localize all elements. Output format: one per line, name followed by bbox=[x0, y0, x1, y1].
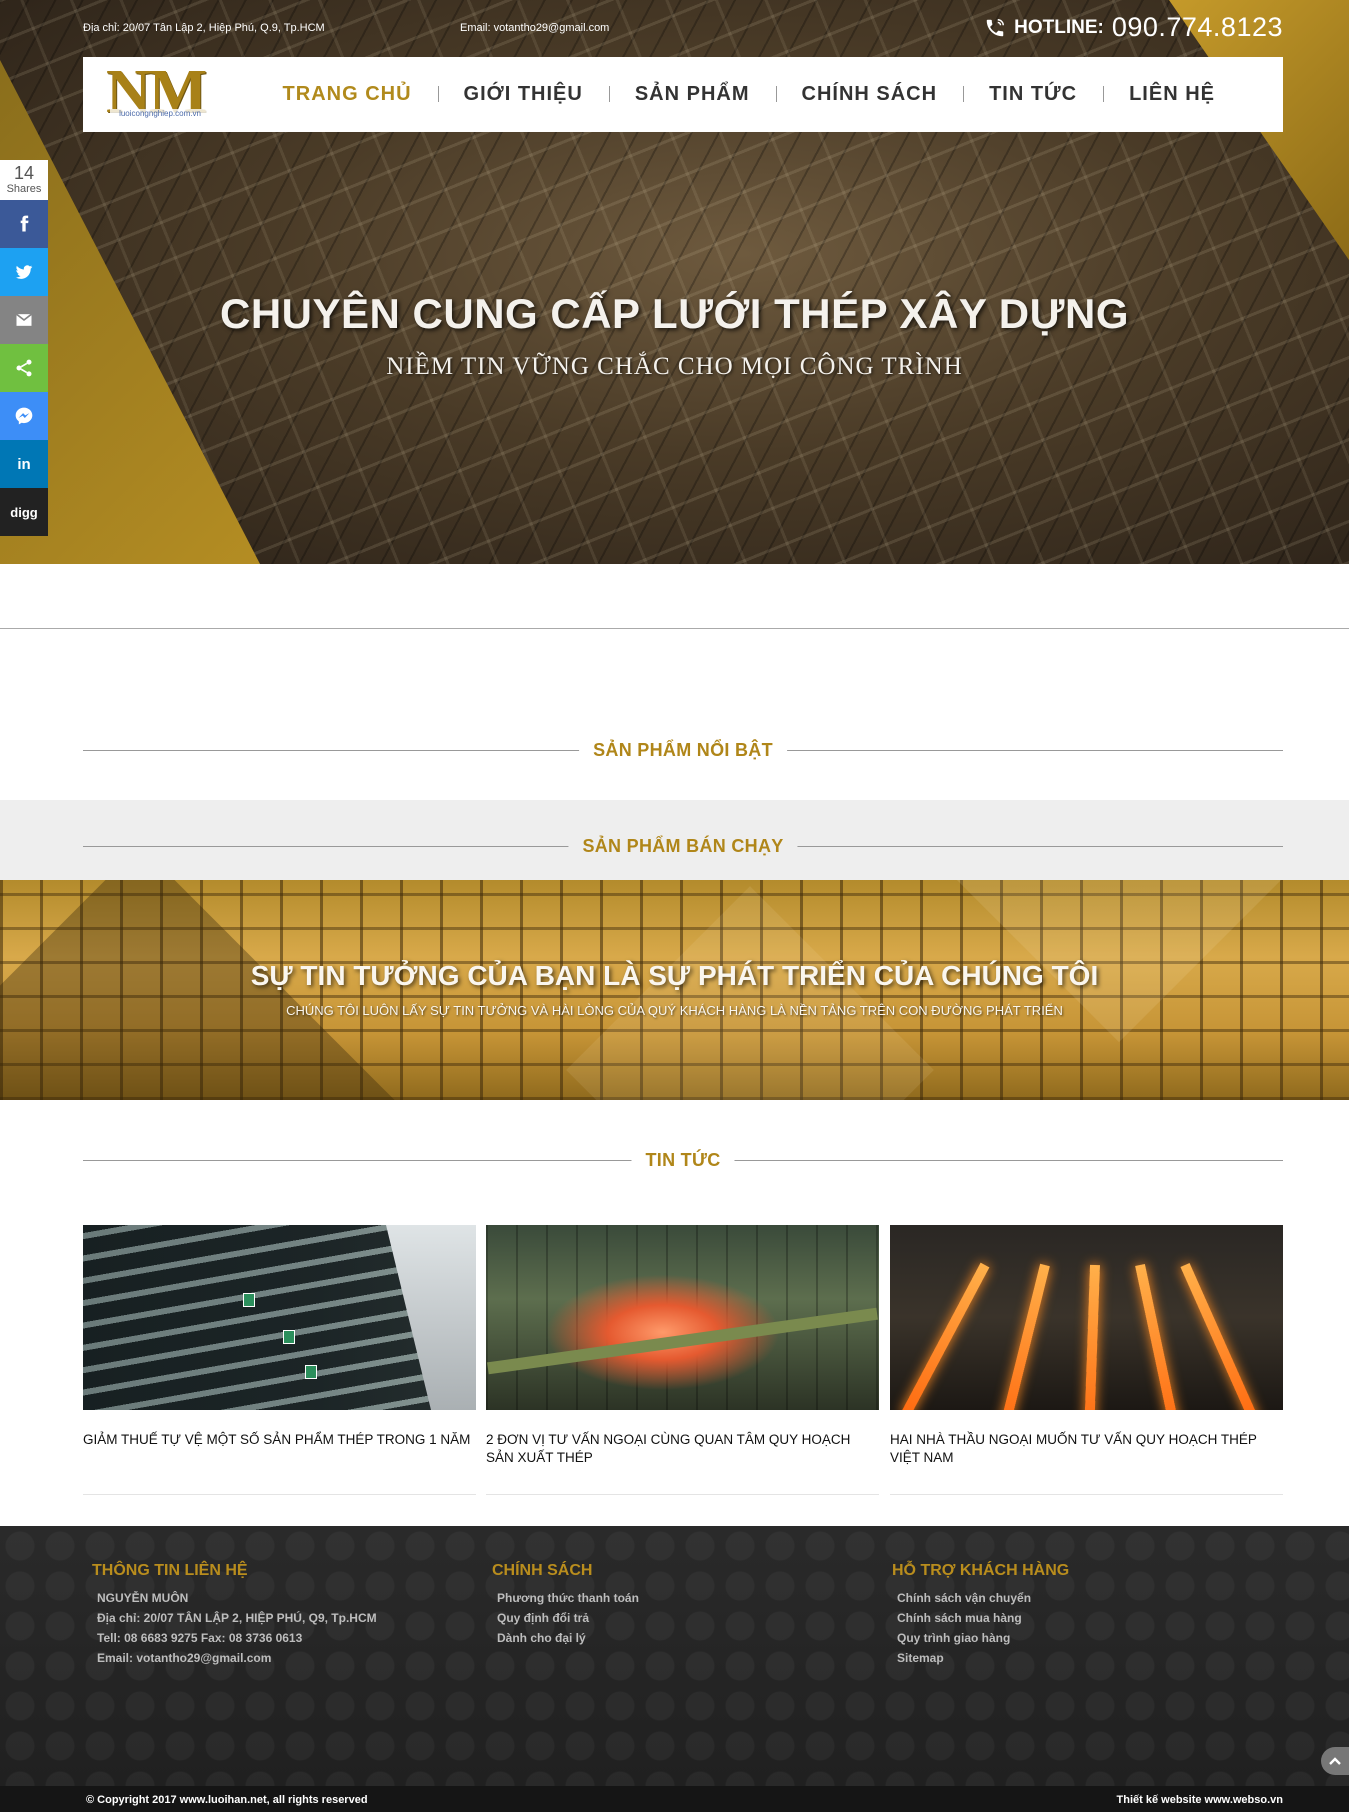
news-title: TIN TỨC bbox=[631, 1150, 735, 1171]
banner-diamond-shape bbox=[566, 886, 934, 1100]
news-thumbnail-steel-bars[interactable] bbox=[83, 1225, 476, 1410]
trust-banner: SỰ TIN TƯỞNG CỦA BẠN LÀ SỰ PHÁT TRIỂN CỦ… bbox=[0, 880, 1349, 1100]
linkedin-icon: in bbox=[17, 455, 31, 473]
section-divider bbox=[0, 628, 1349, 629]
hero-subtitle: NIỀM TIN VỮNG CHẮC CHO MỌI CÔNG TRÌNH bbox=[386, 353, 963, 380]
site-footer: THÔNG TIN LIÊN HỆ NGUYỄN MUÔN Địa chỉ: 2… bbox=[0, 1526, 1349, 1812]
news-thumbnail-steel-mill[interactable] bbox=[486, 1225, 879, 1410]
bestseller-title: SẢN PHẨM BÁN CHẠY bbox=[568, 836, 798, 857]
footer-policy-column: CHÍNH SÁCH Phương thức thanh toán Quy đị… bbox=[492, 1562, 639, 1648]
footer-link-shipping[interactable]: Chính sách vận chuyển bbox=[892, 1588, 1069, 1608]
bundle-tag bbox=[283, 1330, 295, 1344]
footer-link-delivery[interactable]: Quy trình giao hàng bbox=[892, 1628, 1069, 1648]
nav-item-about[interactable]: GIỚI THIỆU bbox=[437, 83, 609, 106]
share-count-label: Shares bbox=[6, 183, 42, 195]
topbar-hotline[interactable]: HOTLINE: 090.774.8123 bbox=[984, 12, 1283, 43]
messenger-icon bbox=[15, 407, 33, 425]
footer-link-sitemap[interactable]: Sitemap bbox=[892, 1648, 1069, 1668]
footer-contact-name: NGUYỄN MUÔN bbox=[97, 1591, 189, 1605]
nav-item-news[interactable]: TIN TỨC bbox=[963, 83, 1103, 106]
share-counter: 14 Shares bbox=[0, 160, 48, 200]
news-card-title[interactable]: 2 ĐƠN VỊ TƯ VẤN NGOẠI CÙNG QUAN TÂM QUY … bbox=[486, 1431, 879, 1467]
scroll-to-top-button[interactable] bbox=[1321, 1747, 1349, 1775]
news-card-title[interactable]: GIẢM THUẾ TỰ VỆ MỘT SỐ SẢN PHẨM THÉP TRO… bbox=[83, 1431, 476, 1449]
footer-contact-heading: THÔNG TIN LIÊN HỆ bbox=[92, 1562, 248, 1579]
nav-item-home[interactable]: TRANG CHỦ bbox=[257, 83, 438, 106]
hotline-number[interactable]: 090.774.8123 bbox=[1112, 12, 1283, 43]
footer-policy-heading: CHÍNH SÁCH bbox=[492, 1562, 593, 1579]
bestseller-heading: SẢN PHẨM BÁN CHẠY bbox=[83, 836, 1283, 857]
footer-support-column: HỖ TRỢ KHÁCH HÀNG Chính sách vận chuyển … bbox=[892, 1562, 1069, 1668]
email-icon bbox=[15, 313, 33, 326]
share-icon bbox=[16, 359, 32, 377]
footer-link-dealers[interactable]: Dành cho đại lý bbox=[492, 1628, 639, 1648]
footer-contact-address: Địa chỉ: 20/07 TÂN LẬP 2, HIỆP PHÚ, Q9, … bbox=[97, 1611, 377, 1625]
featured-products-heading: SẢN PHẨM NỔI BẬT bbox=[83, 740, 1283, 761]
footer-link-purchase[interactable]: Chính sách mua hàng bbox=[892, 1608, 1069, 1628]
topbar-address: Địa chỉ: 20/07 Tân Lập 2, Hiệp Phú, Q.9,… bbox=[83, 22, 325, 34]
news-card-title[interactable]: HAI NHÀ THẦU NGOẠI MUỐN TƯ VẤN QUY HOẠCH… bbox=[890, 1431, 1283, 1467]
linkedin-share-button[interactable]: in bbox=[0, 440, 48, 488]
copyright-bar: © Copyright 2017 www.luoihan.net, all ri… bbox=[0, 1786, 1349, 1812]
generic-share-button[interactable] bbox=[0, 344, 48, 392]
social-share-bar: 14 Shares in digg bbox=[0, 160, 48, 536]
news-heading: TIN TỨC bbox=[83, 1150, 1283, 1171]
nav-item-contact[interactable]: LIÊN HỆ bbox=[1103, 83, 1241, 106]
hero-banner: Địa chỉ: 20/07 Tân Lập 2, Hiệp Phú, Q.9,… bbox=[0, 0, 1349, 564]
site-logo[interactable]: NM luoicongnghiep.com.vn bbox=[106, 61, 214, 126]
footer-contact-column: THÔNG TIN LIÊN HỆ NGUYỄN MUÔN Địa chỉ: 2… bbox=[92, 1562, 377, 1668]
nav-item-products[interactable]: SẢN PHẨM bbox=[608, 83, 776, 106]
hero-title: CHUYÊN CUNG CẤP LƯỚI THÉP XÂY DỰNG bbox=[220, 290, 1129, 337]
twitter-share-button[interactable] bbox=[0, 248, 48, 296]
main-menu: TRANG CHỦ GIỚI THIỆU SẢN PHẨM CHÍNH SÁCH… bbox=[257, 57, 1241, 132]
messenger-share-button[interactable] bbox=[0, 392, 48, 440]
hotline-label: HOTLINE: bbox=[1014, 16, 1104, 38]
news-card[interactable]: HAI NHÀ THẦU NGOẠI MUỐN TƯ VẤN QUY HOẠCH… bbox=[890, 1225, 1283, 1495]
bundle-tag bbox=[305, 1365, 317, 1379]
digg-share-button[interactable]: digg bbox=[0, 488, 48, 536]
twitter-icon bbox=[15, 265, 33, 279]
bundle-tag bbox=[243, 1293, 255, 1307]
copyright-text: © Copyright 2017 www.luoihan.net, all ri… bbox=[86, 1794, 368, 1806]
footer-link-returns[interactable]: Quy định đổi trả bbox=[492, 1608, 639, 1628]
digg-icon: digg bbox=[10, 504, 38, 520]
main-navbar: NM luoicongnghiep.com.vn TRANG CHỦ GIỚI … bbox=[83, 57, 1283, 132]
nav-item-policy[interactable]: CHÍNH SÁCH bbox=[775, 83, 964, 106]
facebook-share-button[interactable] bbox=[0, 200, 48, 248]
news-card[interactable]: GIẢM THUẾ TỰ VỆ MỘT SỐ SẢN PHẨM THÉP TRO… bbox=[83, 1225, 476, 1495]
trust-title: SỰ TIN TƯỞNG CỦA BẠN LÀ SỰ PHÁT TRIỂN CỦ… bbox=[250, 960, 1099, 991]
logo-subtext: luoicongnghiep.com.vn bbox=[110, 109, 210, 118]
news-thumbnail-hot-rolling[interactable] bbox=[890, 1225, 1283, 1410]
footer-support-heading: HỖ TRỢ KHÁCH HÀNG bbox=[892, 1562, 1070, 1579]
trust-subtitle: CHÚNG TÔI LUÔN LẤY SỰ TIN TƯỞNG VÀ HÀI L… bbox=[286, 1003, 1063, 1018]
share-count-number: 14 bbox=[13, 163, 35, 183]
footer-contact-email[interactable]: Email: votantho29@gmail.com bbox=[92, 1648, 377, 1668]
facebook-icon bbox=[20, 215, 29, 232]
topbar-email[interactable]: Email: votantho29@gmail.com bbox=[460, 22, 609, 34]
footer-contact-phone: Tell: 08 6683 9275 Fax: 08 3736 0613 bbox=[97, 1631, 303, 1645]
news-card[interactable]: 2 ĐƠN VỊ TƯ VẤN NGOẠI CÙNG QUAN TÂM QUY … bbox=[486, 1225, 879, 1495]
featured-products-title: SẢN PHẨM NỔI BẬT bbox=[579, 740, 787, 761]
chevron-up-icon bbox=[1329, 1757, 1341, 1765]
phone-icon bbox=[986, 18, 1005, 36]
designer-credit[interactable]: Thiết kế website www.webso.vn bbox=[1117, 1794, 1283, 1806]
footer-link-payment[interactable]: Phương thức thanh toán bbox=[492, 1588, 639, 1608]
email-share-button[interactable] bbox=[0, 296, 48, 344]
